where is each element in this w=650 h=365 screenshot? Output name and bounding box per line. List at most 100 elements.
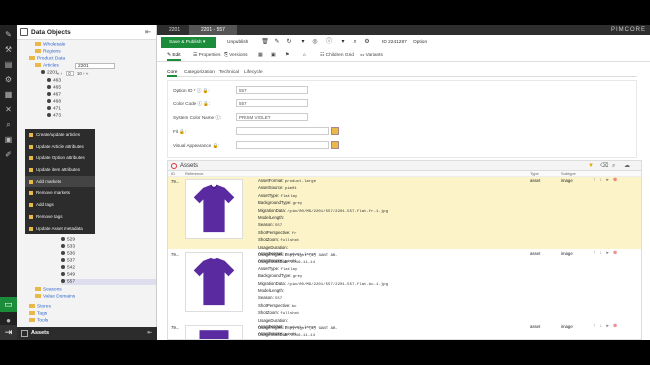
tab-edit[interactable]: ✎ Edit [167,51,181,61]
remove-icon[interactable]: ⊗ [613,323,617,329]
menu-item-add-tags[interactable]: Add tags [25,199,95,211]
tab-tags-icon[interactable]: ⌂ [303,51,306,61]
menu-item-update-option-attributes[interactable]: Update Option attributes [25,152,95,164]
move-up-icon[interactable]: ↑ [593,250,596,256]
tree-item-537[interactable]: 537 [61,258,75,264]
fit-browse-button[interactable] [331,127,339,135]
tree-item-articles[interactable]: Articles [35,63,59,69]
pencil-icon[interactable]: ✎ [3,29,14,40]
visual-appearance-field[interactable] [236,141,329,149]
column-subtype[interactable]: Subtype [561,171,576,176]
target-icon[interactable]: ◎ [311,38,319,47]
more-icon[interactable]: ▾ [339,38,347,47]
edit-icon[interactable]: ✐ [3,149,14,160]
tree-item-473[interactable]: 473 [47,113,61,119]
tree-item-value-domains[interactable]: Value Domains [35,294,75,300]
menu-item-update-item-attributes[interactable]: Update item attributes [25,164,95,176]
tree-item-tags[interactable]: Tags [29,311,47,317]
tab-variants[interactable]: ⚏ Variants [360,51,383,61]
menu-item-update-article-attributes[interactable]: Update Article attributes [25,141,95,153]
tree-item-471[interactable]: 471 [47,106,61,112]
search-icon[interactable]: ⌕ [612,161,615,171]
tree-item-2201[interactable]: 2201 [41,70,58,76]
tree-item-549[interactable]: 549 [61,272,75,278]
filter-icon[interactable]: ▼ [588,161,594,171]
chart-icon[interactable]: ▦ [3,89,14,100]
move-up-icon[interactable]: ↑ [593,323,596,329]
tree-item-tools[interactable]: Tools [29,318,48,324]
tab-versions[interactable]: ⎘ Versions [224,51,248,61]
menu-item-remove-markets[interactable]: Remove markets [25,187,95,199]
tree-item-536[interactable]: 536 [61,251,75,257]
asset-thumbnail-shirt[interactable] [185,252,243,312]
tree-item-542[interactable]: 542 [61,265,75,271]
upload-icon[interactable]: ☁ [624,161,630,171]
tab-2201-557[interactable]: 2201 - 557 [189,25,237,35]
tab-2201[interactable]: 2201 [157,25,187,35]
system-color-input[interactable]: PRISM VIOLET [236,113,308,121]
tree-item-468[interactable]: 468 [47,99,61,105]
tab-properties[interactable]: ☰ Properties [193,51,221,61]
asset-row-2[interactable]: 79... AssetFormat: product-large AssetSou… [168,250,641,338]
visual-browse-button[interactable] [331,141,339,149]
open-icon[interactable]: ▸ [606,177,609,183]
tree-item-463[interactable]: 463 [47,78,61,84]
info-icon[interactable]: ⓘ [325,38,333,47]
tree-item-529[interactable]: 529 [61,237,75,243]
pin-icon[interactable]: ⇤ [145,25,151,40]
tree-item-467[interactable]: 467 [47,92,61,98]
tab-technical[interactable]: Technical [219,68,239,77]
tree-item-regions[interactable]: Regions [35,49,61,55]
clear-icon[interactable]: ⌫ [600,161,608,171]
delete-icon[interactable]: 🗑 [261,38,269,47]
asset-row-1[interactable]: 79... AssetFormat: product-large AssetSou… [168,177,641,265]
menu-icon[interactable]: ▾ [299,38,307,47]
tree-item-557[interactable]: 557 [61,279,156,286]
tree-item-seasons[interactable]: Seasons [35,287,62,293]
menu-item-update-asset-metadata[interactable]: Update Asset metadata [25,223,95,235]
pager-first-icon[interactable]: « [57,71,60,76]
column-type[interactable]: Type [530,171,539,176]
assets-panel-bar[interactable]: Assets ⇤ [17,327,157,340]
search-icon[interactable]: ⌕ [351,38,359,47]
column-id[interactable]: ID [171,171,175,176]
save-publish-button[interactable]: Save & Publish ▾ [161,37,216,48]
tree-item-stores[interactable]: Stores [29,304,51,310]
tools-icon[interactable]: ✕ [3,104,14,115]
reload-icon[interactable]: ↻ [285,38,293,47]
articles-filter-input[interactable]: 2201 [75,63,115,69]
tree-item-product-data[interactable]: Product Data [29,56,65,62]
menu-item-add-markets[interactable]: Add markets [25,175,95,188]
tree-pager[interactable]: « ‹ 0 10 › » [57,71,88,76]
logout-icon[interactable]: ⇥ [0,325,17,340]
unpublish-button[interactable]: Unpublish [221,37,248,48]
pager-prev-icon[interactable]: ‹ [61,71,63,76]
clipboard-icon[interactable]: ▣ [3,134,14,145]
tab-lifecycle[interactable]: Lifecycle [244,68,263,77]
remove-icon[interactable]: ⊗ [613,177,617,183]
wrench-icon[interactable]: ⚒ [3,44,14,55]
color-code-input[interactable]: 557 [236,99,308,107]
tree-item-533[interactable]: 533 [61,244,75,250]
asset-thumbnail-shirt[interactable] [185,179,243,239]
asset-thumbnail-model[interactable] [185,325,243,339]
tree-item-465[interactable]: 465 [47,85,61,91]
pager-next-icon[interactable]: › [83,71,85,76]
pager-page-input[interactable]: 0 [65,71,74,76]
tab-dependencies-icon[interactable]: ▣ [271,51,276,61]
pin-icon[interactable]: ⇤ [147,327,152,340]
open-icon[interactable]: ▸ [606,250,609,256]
move-down-icon[interactable]: ↓ [600,250,603,256]
menu-item-create-update-articles[interactable]: Create/update articles [25,129,95,141]
tab-categorization[interactable]: Categorization [184,68,215,77]
remove-icon[interactable]: ⊗ [613,250,617,256]
pager-last-icon[interactable]: » [86,71,89,76]
file-icon[interactable]: ▤ [3,59,14,70]
tree-item-wholesale[interactable]: Wholesale [35,42,65,48]
column-reference[interactable]: Reference [185,171,203,176]
tab-notes-icon[interactable]: ⚑ [285,51,289,61]
tab-core[interactable]: Core [167,68,178,77]
menu-item-remove-tags[interactable]: Remove tags [25,211,95,223]
option-id-input[interactable]: 557 [236,86,308,94]
fit-field[interactable] [236,127,329,135]
